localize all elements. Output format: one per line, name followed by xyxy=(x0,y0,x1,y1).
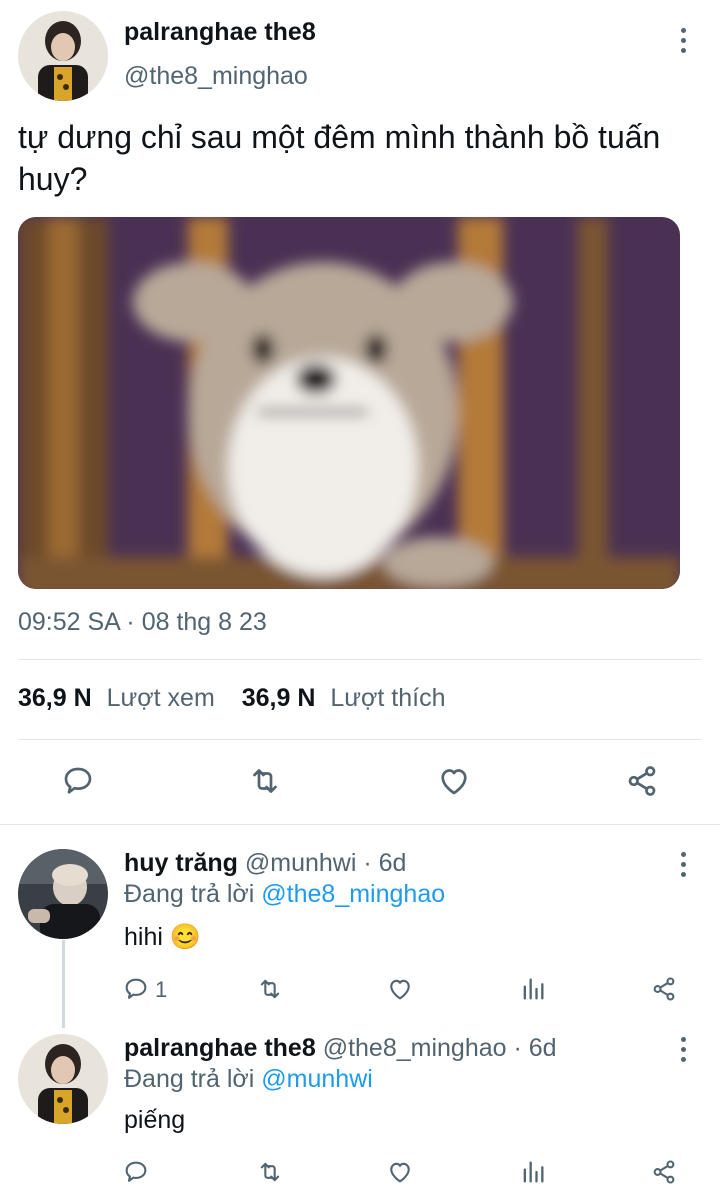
share-icon[interactable] xyxy=(650,1158,678,1186)
reply-time[interactable]: · 6d xyxy=(363,849,406,877)
display-name[interactable]: huy trăng xyxy=(124,849,238,877)
tweet-text: tự dưng chỉ sau một đêm mình thành bồ tu… xyxy=(18,116,660,200)
handle[interactable]: @the8_minghao xyxy=(124,62,308,91)
tweet-timestamp[interactable]: 09:52 SA · 08 thg 8 23 xyxy=(18,608,267,637)
comment-icon[interactable] xyxy=(60,763,96,799)
reply-time[interactable]: · 6d xyxy=(513,1034,556,1062)
mention-link[interactable]: @munhwi xyxy=(261,1065,373,1093)
retweet-icon[interactable] xyxy=(246,763,284,799)
handle[interactable]: @the8_minghao xyxy=(323,1034,507,1062)
retweet-icon[interactable] xyxy=(255,975,285,1003)
like-icon[interactable] xyxy=(386,975,414,1003)
tweet-text-line: huy? xyxy=(18,161,88,197)
replying-to: Đang trả lời @munhwi xyxy=(124,1065,373,1094)
mention-link[interactable]: @the8_minghao xyxy=(261,880,445,908)
avatar[interactable] xyxy=(18,11,108,101)
views-count[interactable]: 36,9 N xyxy=(18,684,92,712)
tweet-text-line: tự dưng chỉ sau một đêm mình thành bồ tu… xyxy=(18,119,661,155)
like-icon[interactable] xyxy=(386,1158,414,1186)
more-icon[interactable] xyxy=(671,20,695,60)
smile-emoji: 😊 xyxy=(169,923,202,951)
reply-header: palranghae the8 @the8_minghao · 6d xyxy=(124,1034,557,1063)
avatar[interactable] xyxy=(18,1034,108,1124)
reply-text: piếng xyxy=(124,1106,186,1134)
more-icon[interactable] xyxy=(671,1029,695,1069)
divider xyxy=(0,824,720,825)
stats-row: 36,9 N Lượt xem 36,9 N Lượt thích xyxy=(18,684,445,713)
comment-icon[interactable] xyxy=(122,1158,150,1186)
reply-text: hihi 😊 xyxy=(124,923,201,952)
tweet-image[interactable] xyxy=(18,217,680,589)
share-icon[interactable] xyxy=(650,975,678,1003)
views-icon[interactable] xyxy=(519,1158,547,1186)
divider xyxy=(18,739,702,740)
avatar[interactable] xyxy=(18,849,108,939)
more-icon[interactable] xyxy=(671,844,695,884)
thread-line xyxy=(62,940,65,1028)
reply-header: huy trăng @munhwi · 6d xyxy=(124,849,406,878)
replying-prefix: Đang trả lời xyxy=(124,880,255,908)
share-icon[interactable] xyxy=(624,763,660,799)
handle[interactable]: @munhwi xyxy=(245,849,357,877)
views-icon[interactable] xyxy=(519,975,547,1003)
replying-prefix: Đang trả lời xyxy=(124,1065,255,1093)
replying-to: Đang trả lời @the8_minghao xyxy=(124,880,445,909)
display-name[interactable]: palranghae the8 xyxy=(124,1034,316,1062)
reply-count[interactable]: 1 xyxy=(155,977,167,1003)
views-label[interactable]: Lượt xem xyxy=(107,684,215,712)
display-name[interactable]: palranghae the8 xyxy=(124,18,316,47)
like-icon[interactable] xyxy=(436,763,472,799)
likes-count[interactable]: 36,9 N xyxy=(242,684,316,712)
reply-text-body: hihi xyxy=(124,923,163,951)
likes-label[interactable]: Lượt thích xyxy=(330,684,445,712)
retweet-icon[interactable] xyxy=(255,1158,285,1186)
divider xyxy=(18,659,702,660)
comment-icon[interactable] xyxy=(122,975,150,1003)
